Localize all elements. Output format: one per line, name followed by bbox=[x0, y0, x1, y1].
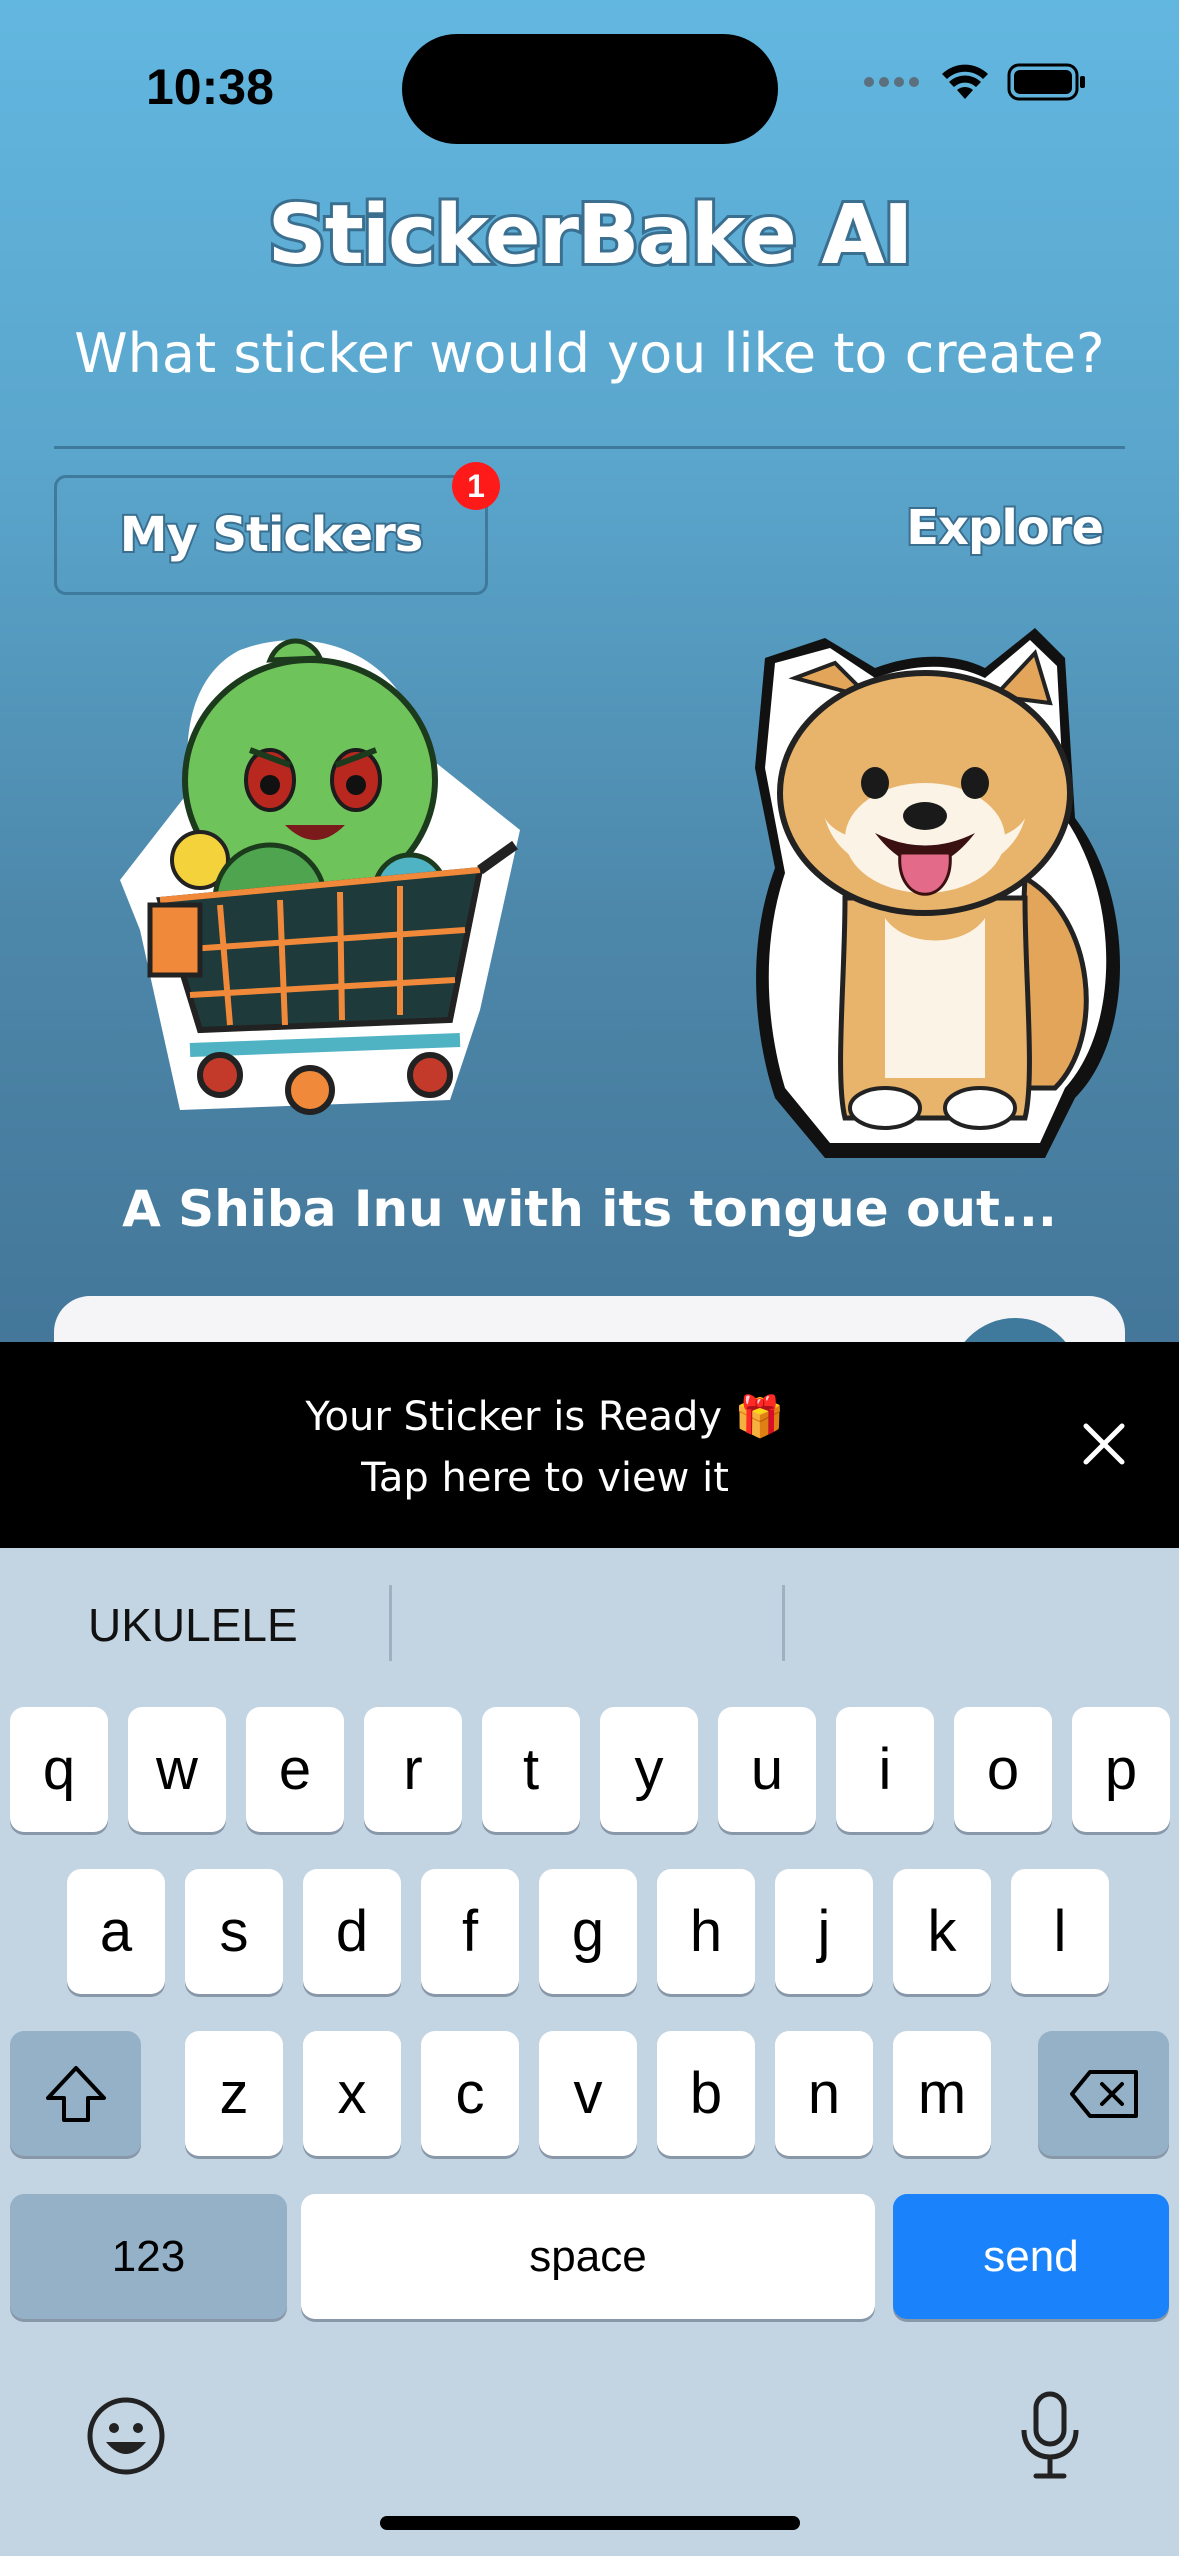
prompt-caption: A Shiba Inu with its tongue out... bbox=[122, 1180, 1057, 1238]
key-l[interactable]: l bbox=[1011, 1869, 1109, 1994]
key-a[interactable]: a bbox=[67, 1869, 165, 1994]
key-x[interactable]: x bbox=[303, 2031, 401, 2156]
key-e[interactable]: e bbox=[246, 1707, 344, 1832]
key-q[interactable]: q bbox=[10, 1707, 108, 1832]
space-key[interactable]: space bbox=[301, 2194, 875, 2319]
backspace-icon bbox=[1069, 2069, 1138, 2118]
battery-icon bbox=[1007, 63, 1085, 101]
key-d[interactable]: d bbox=[303, 1869, 401, 1994]
prompt-input[interactable] bbox=[54, 1296, 1125, 1342]
key-h[interactable]: h bbox=[657, 1869, 755, 1994]
key-y[interactable]: y bbox=[600, 1707, 698, 1832]
suggestion-divider bbox=[389, 1585, 392, 1661]
key-m[interactable]: m bbox=[893, 2031, 991, 2156]
status-time: 10:38 bbox=[146, 59, 274, 115]
key-c[interactable]: c bbox=[421, 2031, 519, 2156]
status-icons bbox=[863, 62, 1087, 102]
shift-key[interactable] bbox=[10, 2031, 141, 2156]
emoji-icon[interactable] bbox=[86, 2396, 166, 2476]
backspace-key[interactable] bbox=[1038, 2031, 1169, 2156]
key-b[interactable]: b bbox=[657, 2031, 755, 2156]
toast-subtitle: Tap here to view it bbox=[361, 1455, 729, 1501]
microphone-icon[interactable] bbox=[1018, 2390, 1082, 2480]
key-w[interactable]: w bbox=[128, 1707, 226, 1832]
close-icon[interactable] bbox=[1080, 1420, 1128, 1468]
key-f[interactable]: f bbox=[421, 1869, 519, 1994]
suggestion-item[interactable]: UKULELE bbox=[88, 1550, 298, 1700]
suggestion-divider bbox=[782, 1585, 785, 1661]
numbers-key[interactable]: 123 bbox=[10, 2194, 287, 2319]
app-screen: 10:38 StickerBake AI What sticker would … bbox=[0, 0, 1179, 1342]
page-subtitle: What sticker would you like to create? bbox=[74, 322, 1105, 385]
app-title: StickerBake AI bbox=[265, 185, 917, 286]
key-k[interactable]: k bbox=[893, 1869, 991, 1994]
notification-badge: 1 bbox=[452, 462, 500, 510]
key-t[interactable]: t bbox=[482, 1707, 580, 1832]
header-divider bbox=[54, 446, 1125, 449]
key-v[interactable]: v bbox=[539, 2031, 637, 2156]
shift-icon bbox=[45, 2065, 106, 2122]
sticker-ready-toast[interactable]: Your Sticker is Ready 🎁 Tap here to view… bbox=[0, 1342, 1179, 1548]
key-s[interactable]: s bbox=[185, 1869, 283, 1994]
key-u[interactable]: u bbox=[718, 1707, 816, 1832]
key-g[interactable]: g bbox=[539, 1869, 637, 1994]
tab-explore[interactable]: Explore bbox=[904, 498, 1106, 558]
tab-my-stickers[interactable]: My Stickers bbox=[54, 475, 488, 595]
send-key[interactable]: send bbox=[893, 2194, 1169, 2319]
key-n[interactable]: n bbox=[775, 2031, 873, 2156]
wifi-icon bbox=[942, 64, 988, 99]
home-indicator bbox=[380, 2516, 800, 2530]
key-j[interactable]: j bbox=[775, 1869, 873, 1994]
key-o[interactable]: o bbox=[954, 1707, 1052, 1832]
key-r[interactable]: r bbox=[364, 1707, 462, 1832]
key-i[interactable]: i bbox=[836, 1707, 934, 1832]
key-p[interactable]: p bbox=[1072, 1707, 1170, 1832]
dynamic-island bbox=[402, 34, 778, 144]
green-creature-shopping-cart-sticker[interactable] bbox=[120, 630, 530, 1130]
toast-title: Your Sticker is Ready 🎁 bbox=[305, 1394, 785, 1440]
key-z[interactable]: z bbox=[185, 2031, 283, 2156]
signal-icon bbox=[864, 77, 919, 87]
shiba-inu-sticker[interactable] bbox=[735, 618, 1125, 1158]
